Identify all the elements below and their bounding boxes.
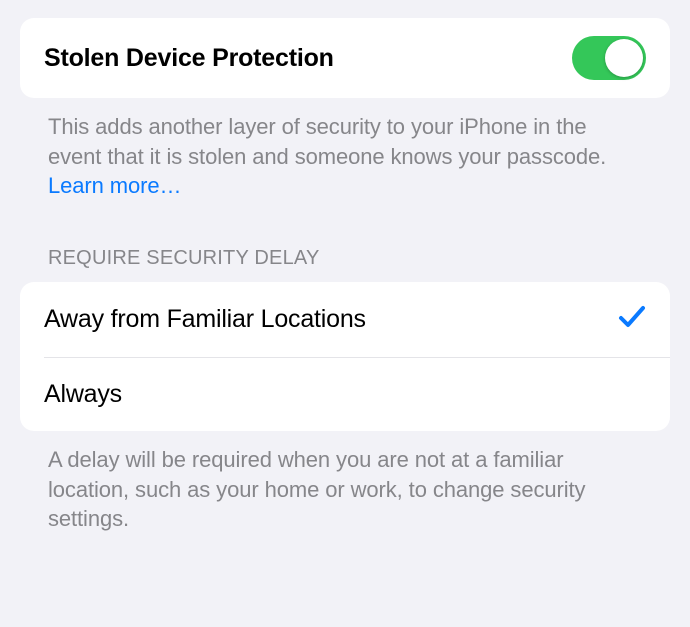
- security-delay-footer: A delay will be required when you are no…: [20, 431, 670, 534]
- description-text: This adds another layer of security to y…: [48, 114, 606, 169]
- checkmark-icon: [618, 304, 646, 335]
- option-always[interactable]: Always: [20, 358, 670, 431]
- require-security-delay-header: REQUIRE SECURITY DELAY: [20, 201, 670, 282]
- toggle-knob: [605, 39, 643, 77]
- security-delay-options: Away from Familiar Locations Always: [20, 282, 670, 431]
- stolen-device-protection-label: Stolen Device Protection: [44, 44, 334, 73]
- stolen-device-protection-description: This adds another layer of security to y…: [20, 98, 670, 201]
- option-label: Always: [44, 380, 122, 409]
- option-label: Away from Familiar Locations: [44, 305, 366, 334]
- option-away-from-familiar-locations[interactable]: Away from Familiar Locations: [20, 282, 670, 357]
- learn-more-link[interactable]: Learn more…: [48, 173, 181, 198]
- stolen-device-protection-toggle[interactable]: [572, 36, 646, 80]
- stolen-device-protection-row: Stolen Device Protection: [20, 18, 670, 98]
